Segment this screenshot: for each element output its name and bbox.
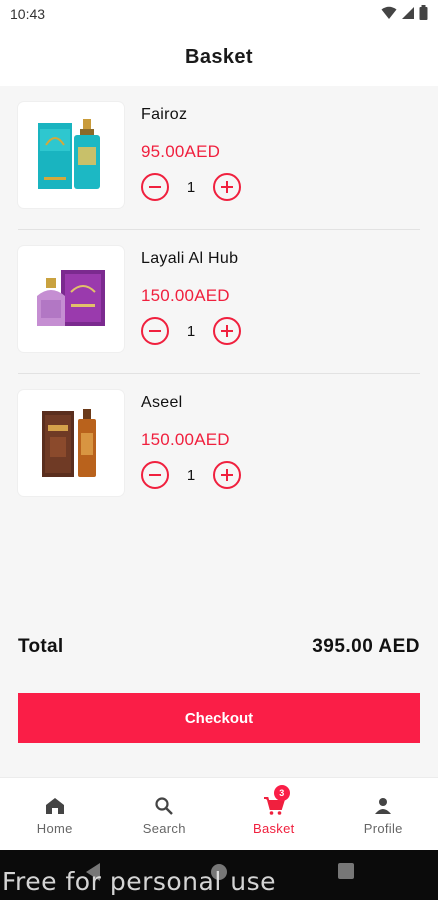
decrease-quantity-button[interactable] <box>141 317 169 345</box>
watermark: Free for personal use <box>2 867 276 896</box>
wifi-icon <box>381 6 397 19</box>
basket-item: Fairoz 95.00AED 1 <box>18 86 420 230</box>
decrease-quantity-button[interactable] <box>141 173 169 201</box>
product-image[interactable] <box>18 390 124 496</box>
search-icon <box>152 794 176 818</box>
bottom-nav: Home Search 3 Basket Profile <box>0 778 438 850</box>
cart-icon: 3 <box>262 785 290 818</box>
nav-label: Basket <box>252 821 295 836</box>
status-time: 10:43 <box>10 6 46 22</box>
page-title: Basket <box>185 45 253 68</box>
nav-label: Search <box>142 821 186 836</box>
product-price: 150.00AED <box>141 286 230 305</box>
product-image[interactable] <box>18 102 124 208</box>
product-price: 150.00AED <box>141 430 230 449</box>
increase-quantity-button[interactable] <box>213 173 241 201</box>
total-label: Total <box>18 636 64 657</box>
quantity-stepper: 1 <box>141 316 241 346</box>
recents-icon[interactable] <box>337 862 355 880</box>
nav-item-home[interactable]: Home <box>0 778 110 850</box>
fairoz-perfume-image <box>38 119 100 189</box>
quantity-value: 1 <box>186 178 196 196</box>
quantity-value: 1 <box>186 466 196 484</box>
nav-item-basket[interactable]: 3 Basket <box>219 778 329 850</box>
increase-quantity-button[interactable] <box>213 461 241 489</box>
product-image[interactable] <box>18 246 124 352</box>
product-name: Aseel <box>141 394 183 411</box>
nav-item-profile[interactable]: Profile <box>329 778 438 850</box>
quantity-stepper: 1 <box>141 460 241 490</box>
person-icon <box>371 794 395 818</box>
basket-item: Layali Al Hub 150.00AED 1 <box>18 230 420 374</box>
nav-item-search[interactable]: Search <box>110 778 220 850</box>
status-icons <box>381 5 428 20</box>
product-name: Fairoz <box>141 106 188 123</box>
layali-al-hub-perfume-image <box>37 270 105 326</box>
quantity-stepper: 1 <box>141 172 241 202</box>
checkout-button[interactable]: Checkout <box>18 693 420 743</box>
cart-count-badge: 3 <box>273 785 290 801</box>
status-bar: 10:43 <box>0 0 438 28</box>
total-value: 395.00 AED <box>312 636 420 657</box>
product-name: Layali Al Hub <box>141 250 239 267</box>
total-row: Total 395.00 AED <box>18 636 420 658</box>
signal-icon <box>402 6 414 19</box>
battery-icon <box>419 5 428 20</box>
product-price: 95.00AED <box>141 142 221 161</box>
increase-quantity-button[interactable] <box>213 317 241 345</box>
decrease-quantity-button[interactable] <box>141 461 169 489</box>
app-header: Basket <box>0 28 438 86</box>
nav-label: Profile <box>363 821 403 836</box>
quantity-value: 1 <box>186 322 196 340</box>
basket-item: Aseel 150.00AED 1 <box>18 374 420 518</box>
home-icon <box>43 794 67 818</box>
nav-label: Home <box>36 821 73 836</box>
aseel-perfume-image <box>42 409 96 477</box>
